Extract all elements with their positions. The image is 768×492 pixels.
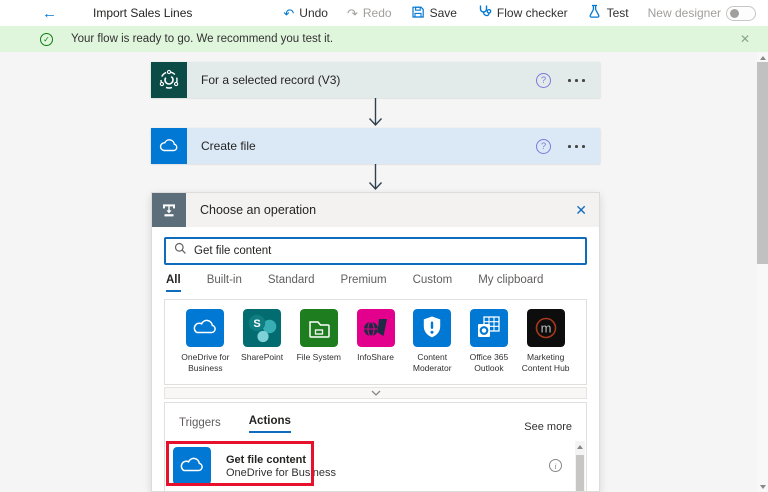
- undo-icon: ↶: [283, 5, 295, 21]
- redo-icon: ↷: [346, 5, 358, 21]
- search-input[interactable]: [194, 245, 577, 257]
- operations-list-tabs: Triggers Actions See more: [165, 403, 586, 434]
- page-scrollbar[interactable]: [757, 52, 768, 492]
- scroll-up-icon[interactable]: [577, 445, 583, 450]
- flow-step-create-file[interactable]: Create file ?: [151, 128, 600, 164]
- connector-marketing-content-hub[interactable]: m Marketing Content Hub: [517, 309, 574, 374]
- flow-title: Import Sales Lines: [93, 6, 193, 20]
- choose-operation-panel: Choose an operation ✕ All Built-in Stand…: [151, 192, 600, 492]
- scrollbar-thumb[interactable]: [757, 62, 768, 264]
- operations-list: Triggers Actions See more Get file conte…: [164, 402, 587, 491]
- command-bar: ← Import Sales Lines ↶ Undo ↷ Redo Save …: [0, 0, 768, 26]
- check-circle-icon: ✓: [40, 32, 53, 46]
- notification-banner: ✓ Your flow is ready to go. We recommend…: [0, 26, 768, 52]
- info-icon[interactable]: i: [549, 459, 562, 473]
- tab-standard[interactable]: Standard: [268, 274, 315, 292]
- shield-exclamation-icon: [413, 309, 452, 347]
- connector-office365-outlook[interactable]: Office 365 Outlook: [461, 309, 518, 374]
- folder-icon: [299, 309, 338, 347]
- tab-built-in[interactable]: Built-in: [207, 274, 242, 292]
- connector-file-system[interactable]: File System: [290, 309, 347, 374]
- operation-icon: [152, 193, 186, 227]
- scrollbar-thumb[interactable]: [576, 455, 584, 491]
- toggle-switch-icon[interactable]: [726, 5, 756, 21]
- step-title: Create file: [201, 139, 256, 153]
- scroll-up-icon[interactable]: [759, 56, 766, 60]
- onedrive-icon: [173, 447, 211, 486]
- infoshare-icon: [356, 309, 395, 347]
- operation-title: Get file content: [226, 453, 307, 466]
- connector-suggestions: OneDrive for Business S SharePoint File …: [164, 299, 587, 386]
- chevron-down-icon: [371, 390, 380, 397]
- more-options-icon[interactable]: [568, 78, 586, 82]
- panel-close-icon[interactable]: ✕: [575, 202, 587, 219]
- back-icon[interactable]: ←: [42, 6, 57, 21]
- tab-my-clipboard[interactable]: My clipboard: [478, 274, 543, 292]
- more-options-icon[interactable]: [568, 144, 586, 148]
- svg-text:m: m: [540, 321, 551, 336]
- onedrive-icon: [186, 309, 225, 347]
- marketing-hub-icon: m: [526, 309, 565, 347]
- tab-all[interactable]: All: [166, 274, 181, 292]
- connector-arrow-icon: [368, 164, 383, 191]
- redo-button[interactable]: ↷ Redo: [347, 6, 392, 20]
- connector-onedrive-business[interactable]: OneDrive for Business: [177, 309, 234, 374]
- connector-arrow-icon: [368, 98, 383, 127]
- connector-category-tabs: All Built-in Standard Premium Custom My …: [166, 274, 585, 292]
- notification-close-icon[interactable]: ✕: [740, 32, 750, 46]
- command-bar-actions: ↶ Undo ↷ Redo Save Flow checker Test New…: [283, 4, 756, 22]
- scroll-down-icon[interactable]: [759, 485, 766, 489]
- operation-search[interactable]: [164, 237, 587, 265]
- connector-content-moderator[interactable]: Content Moderator: [404, 309, 461, 374]
- collapse-connectors-bar[interactable]: [164, 387, 587, 400]
- tab-actions[interactable]: Actions: [248, 415, 291, 434]
- dataverse-icon: [151, 62, 187, 98]
- outlook-icon: [469, 309, 508, 347]
- tab-premium[interactable]: Premium: [341, 274, 387, 292]
- onedrive-icon: [151, 128, 187, 164]
- help-icon[interactable]: ?: [536, 138, 551, 154]
- sharepoint-icon: S: [243, 309, 282, 347]
- panel-title: Choose an operation: [200, 203, 317, 217]
- search-icon: [174, 242, 187, 260]
- flow-step-for-selected-record[interactable]: For a selected record (V3) ?: [151, 62, 600, 98]
- operations-scrollbar[interactable]: [575, 441, 585, 491]
- operation-get-file-content[interactable]: Get file content OneDrive for Business: [173, 447, 337, 486]
- designer-canvas: For a selected record (V3) ? Create file…: [0, 52, 768, 492]
- connector-sharepoint[interactable]: S SharePoint: [234, 309, 291, 374]
- save-button[interactable]: Save: [411, 5, 457, 22]
- test-button[interactable]: Test: [587, 4, 629, 22]
- beaker-icon: [587, 4, 602, 22]
- tab-custom[interactable]: Custom: [413, 274, 453, 292]
- undo-button[interactable]: ↶ Undo: [283, 6, 328, 20]
- see-more-link[interactable]: See more: [524, 421, 572, 433]
- new-designer-toggle[interactable]: New designer: [648, 5, 756, 21]
- step-title: For a selected record (V3): [201, 73, 341, 87]
- svg-text:S: S: [253, 318, 260, 330]
- tab-triggers[interactable]: Triggers: [179, 417, 221, 433]
- operation-subtitle: OneDrive for Business: [226, 466, 337, 479]
- connector-infoshare[interactable]: InfoShare: [347, 309, 404, 374]
- save-icon: [411, 5, 425, 22]
- help-icon[interactable]: ?: [536, 72, 551, 88]
- stethoscope-icon: [476, 4, 492, 22]
- panel-header: Choose an operation ✕: [152, 193, 599, 227]
- notification-message: Your flow is ready to go. We recommend y…: [71, 33, 334, 45]
- flow-checker-button[interactable]: Flow checker: [476, 4, 568, 22]
